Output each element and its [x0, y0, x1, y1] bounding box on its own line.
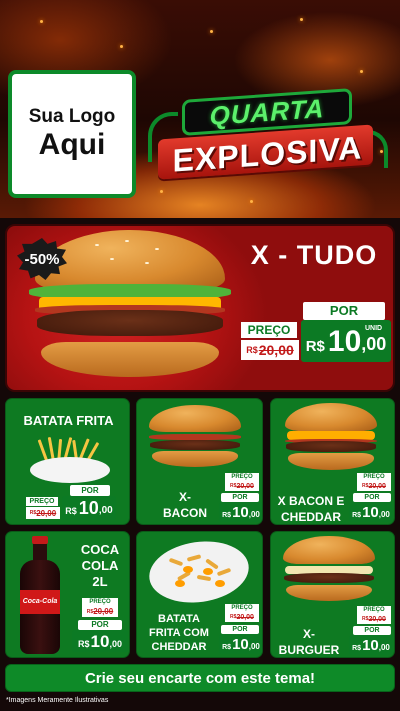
- product-price: PREÇO R$ 20,00 POR R$ 10,00: [347, 473, 394, 524]
- promo-title: EXPLOSIVA QUARTA: [148, 88, 388, 186]
- fries-image: [28, 436, 112, 483]
- product-name: X- BURGUER: [278, 627, 340, 657]
- product-card-batata-cheddar[interactable]: BATATA FRITA COM CHEDDAR PREÇO R$ 20,00 P…: [136, 531, 263, 658]
- logo-line2: Aqui: [38, 128, 106, 161]
- product-name: COCA COLA 2L: [80, 542, 120, 589]
- product-card-batata-frita[interactable]: BATATA FRITA POR PREÇO R$ 20,00 R$ 10,00: [5, 398, 130, 525]
- product-price: POR PREÇO R$ 20,00 R$ 10,00: [26, 485, 126, 523]
- product-name: BATATA FRITA COM CHEDDAR: [149, 613, 209, 653]
- cta-button[interactable]: Crie seu encarte com este tema!: [5, 664, 395, 692]
- product-card-x-burguer[interactable]: X- BURGUER PREÇO R$ 20,00 POR R$ 10,00: [270, 531, 395, 658]
- featured-price: POR PREÇO R$ 20,00 R$ 10,00 UNID: [239, 300, 391, 380]
- preco-label: PREÇO: [241, 322, 297, 338]
- old-price: R$ 20,00: [241, 340, 299, 360]
- header-fire-background: Sua Logo Aqui EXPLOSIVA QUARTA: [0, 0, 400, 218]
- product-price: PREÇO R$ 20,00 POR R$ 10,00: [68, 598, 129, 656]
- logo-placeholder: Sua Logo Aqui: [8, 70, 136, 198]
- product-name: X BACON E CHEDDAR: [277, 494, 345, 524]
- product-price: PREÇO R$ 20,00 POR R$ 10,00: [347, 606, 394, 657]
- cheeseburger-image: [283, 536, 375, 610]
- featured-product-card[interactable]: -50% X - TUDO POR PREÇO R$ 20,00 R$ 10,00 …: [5, 224, 395, 392]
- bacon-burger-image: [149, 405, 241, 475]
- product-card-x-bacon-cheddar[interactable]: X BACON E CHEDDAR PREÇO R$ 20,00 POR R$ 10…: [270, 398, 395, 525]
- flyer-page: Sua Logo Aqui EXPLOSIVA QUARTA -50% X - …: [0, 0, 400, 711]
- unit-label: UNID: [365, 325, 383, 332]
- product-name: X- BACON: [163, 490, 207, 520]
- product-price: PREÇO R$ 20,00 POR R$ 10,00: [213, 604, 262, 657]
- soda-bottle-image: Coca-Cola: [20, 536, 60, 654]
- product-card-x-bacon[interactable]: X- BACON PREÇO R$ 20,00 POR R$ 10,00: [136, 398, 263, 525]
- product-price: PREÇO R$ 20,00 POR R$ 10,00: [213, 473, 262, 524]
- product-card-coca-cola[interactable]: Coca-Cola COCA COLA 2L PREÇO R$ 20,00 POR…: [5, 531, 130, 658]
- product-name: BATATA FRITA: [23, 413, 114, 428]
- featured-title: X - TUDO: [250, 240, 378, 270]
- por-label: POR: [303, 302, 385, 320]
- disclaimer: *Imagens Meramente Ilustrativas: [6, 697, 109, 704]
- logo-line1: Sua Logo: [28, 106, 116, 127]
- promo-tag: QUARTA: [209, 92, 325, 131]
- cta-label: Crie seu encarte com este tema!: [84, 669, 316, 687]
- cheddar-fries-image: [145, 535, 253, 609]
- cheddar-burger-image: [285, 403, 377, 477]
